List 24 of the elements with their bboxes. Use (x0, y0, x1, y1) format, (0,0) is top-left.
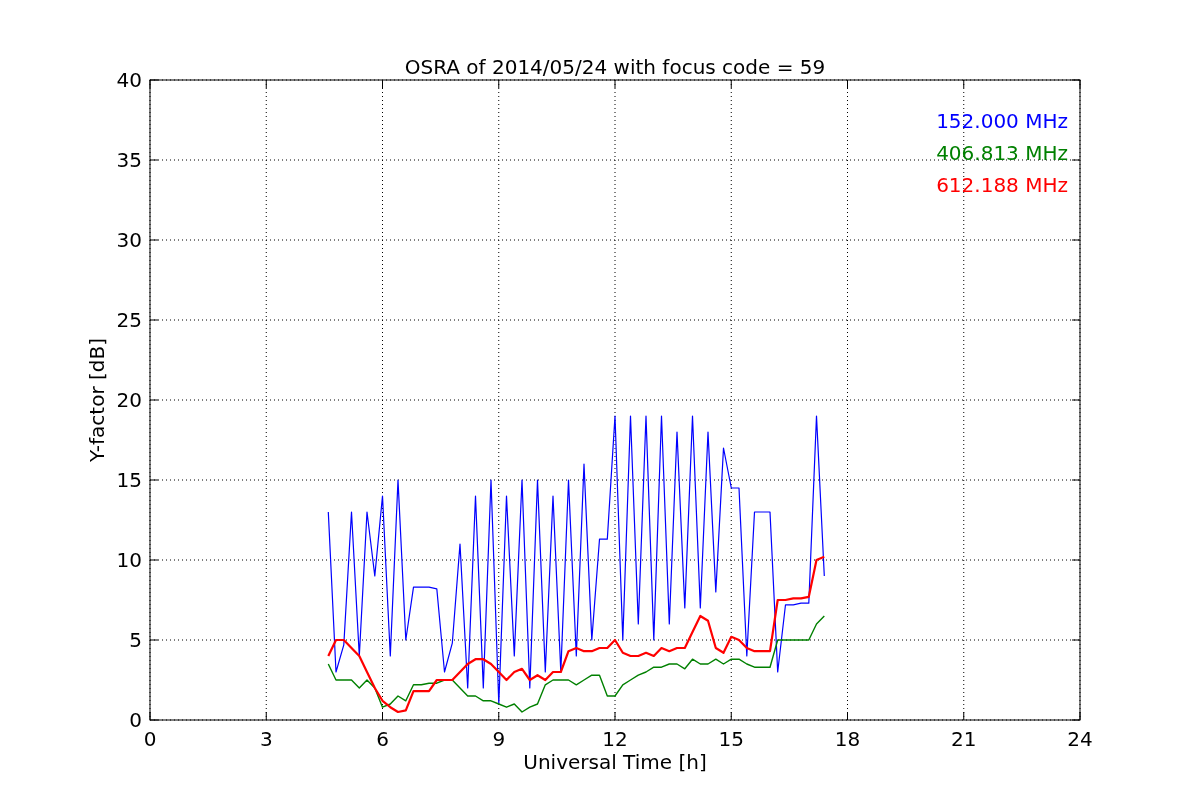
legend-label: 152.000 MHz (936, 109, 1068, 133)
y-axis-label: Y-factor [dB] (85, 338, 109, 462)
x-tick-label: 24 (1067, 727, 1093, 751)
y-tick-label: 30 (116, 228, 142, 252)
y-tick-label: 20 (116, 388, 142, 412)
x-tick-label: 21 (951, 727, 977, 751)
y-tick-label: 15 (116, 468, 142, 492)
x-tick-label: 9 (492, 727, 506, 751)
x-tick-label: 6 (376, 727, 389, 751)
x-axis-label: Universal Time [h] (523, 750, 707, 774)
chart-title: OSRA of 2014/05/24 with focus code = 59 (404, 55, 826, 79)
x-tick-label: 15 (718, 727, 744, 751)
y-tick-label: 0 (129, 708, 142, 732)
x-tick-label: 0 (143, 727, 157, 751)
y-tick-label: 25 (116, 308, 142, 332)
x-tick-label: 18 (834, 727, 861, 751)
legend-label: 406.813 MHz (936, 141, 1068, 165)
x-tick-label: 12 (602, 727, 628, 751)
y-tick-label: 10 (116, 548, 142, 572)
y-tick-label: 5 (129, 628, 142, 652)
y-tick-label: 40 (116, 68, 142, 92)
x-tick-label: 3 (259, 727, 273, 751)
y-tick-label: 35 (116, 148, 142, 172)
legend-label: 612.188 MHz (936, 173, 1068, 197)
